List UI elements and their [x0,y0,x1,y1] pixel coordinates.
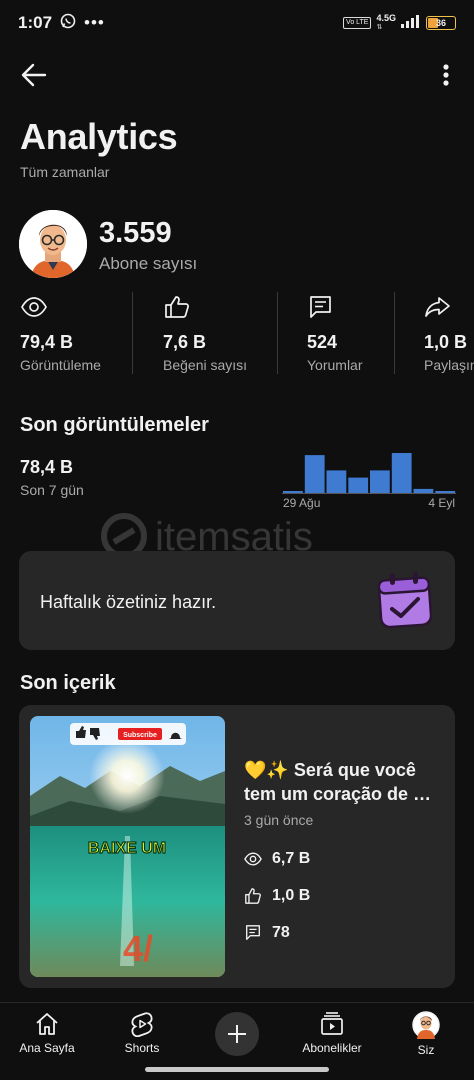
chart-bar [413,488,434,493]
battery-icon: 36 [426,16,456,30]
nav-home[interactable]: Ana Sayfa [2,1011,92,1055]
home-icon [36,1013,58,1035]
weekly-summary-card[interactable]: Haftalık özetiniz hazır. [19,551,455,650]
comment-icon [310,296,331,318]
chart-bar [283,491,303,493]
video-thumbnail[interactable]: Subscribe BAIXE UM 4/ [30,716,225,977]
chart-bar [370,470,390,493]
thumbnail-text: BAIXE UM [88,840,166,857]
video-views-value: 6,7 B [272,850,311,867]
shorts-icon [131,1012,153,1037]
chart-tick-label: 29 Ağu [283,496,320,510]
weekly-summary-text: Haftalık özetiniz hazır. [40,592,217,612]
thumbs-up-icon [245,888,261,904]
nav-subscriptions-label: Abonelikler [302,1041,362,1055]
metric-label: Görüntüleme [20,357,101,373]
chart-bar [435,491,456,493]
status-bar: 1:07 ••• Vo LTE 4.5G ⇅ 36 [0,0,474,46]
metric-value: 7,6 B [163,332,207,352]
battery-level: 36 [435,18,446,28]
home-indicator[interactable] [145,1067,329,1072]
nav-you-label: Siz [417,1043,435,1057]
more-vert-icon [443,64,449,86]
video-likes: 1,0 B [244,887,310,905]
calendar-check-icon [377,572,433,629]
nav-you[interactable]: Siz [381,1011,471,1057]
divider [394,292,395,374]
divider [277,292,278,374]
volte-icon: Vo LTE [343,17,372,29]
video-title[interactable]: 💛✨ Será que você tem um coração de … [244,758,444,806]
chart-tick-label: 4 Eyl [428,496,455,510]
status-time: 1:07 [18,13,53,32]
video-comments: 78 [244,924,290,942]
eye-icon [244,852,262,866]
subscriptions-icon [321,1012,343,1035]
recent-content-title: Son içerik [20,672,116,694]
metric-label: Beğeni sayısı [163,357,248,373]
nav-shorts-label: Shorts [124,1041,160,1055]
subscriber-label: Abone sayısı [99,254,198,273]
thumbnail-subscribe-text: Subscribe [123,732,157,739]
video-views: 6,7 B [244,850,310,868]
signal-icon [401,15,421,31]
subscriber-count: 3.559 [99,217,172,249]
comment-icon [246,925,260,940]
thumbs-up-icon [165,296,189,318]
metrics-row: 79,4 B Görüntüleme 7,6 B Beğeni sayısı 5… [0,292,474,376]
recent-views-title: Son görüntülemeler [20,414,209,436]
eye-icon [21,297,47,317]
more-notifications-icon: ••• [84,13,105,32]
create-button[interactable] [215,1012,259,1056]
page-subtitle: Tüm zamanlar [20,164,110,180]
chart-bar [326,470,347,493]
chart-bar [304,455,325,493]
recent-content-card[interactable]: Subscribe BAIXE UM 4/ 💛✨ Será que você t… [19,705,455,988]
chart-bar [348,477,369,493]
whatsapp-icon [60,13,76,34]
recent-views-period: Son 7 gün [20,482,84,498]
nav-home-label: Ana Sayfa [19,1041,75,1055]
metric-value: 79,4 B [20,332,74,352]
network-type: 4.5G ⇅ [376,13,396,32]
app-bar [0,50,474,100]
chart-bar [391,453,412,493]
nav-subscriptions[interactable]: Abonelikler [287,1011,377,1055]
share-icon [425,297,450,317]
recent-views-value: 78,4 B [20,457,74,477]
more-options-button[interactable] [432,62,460,90]
nav-shorts[interactable]: Shorts [97,1011,187,1055]
metric-value: 1,0 B [424,332,468,352]
video-likes-value: 1,0 B [272,887,311,904]
metric-label: Yorumlar [307,357,363,373]
page-title: Analytics [20,116,178,157]
thumbnail-number: 4/ [123,928,153,969]
metric-label: Paylaşım [424,357,474,373]
plus-icon [228,1025,246,1043]
back-arrow-icon [21,63,47,87]
metric-value: 524 [307,332,338,352]
video-comments-value: 78 [272,924,290,941]
back-button[interactable] [18,60,50,90]
video-date: 3 gün önce [244,812,314,828]
recent-views-chart[interactable]: 29 Ağu 4 Eyl [282,440,456,515]
profile-avatar-icon [412,1011,440,1039]
divider [132,292,133,374]
channel-avatar[interactable] [19,210,87,278]
